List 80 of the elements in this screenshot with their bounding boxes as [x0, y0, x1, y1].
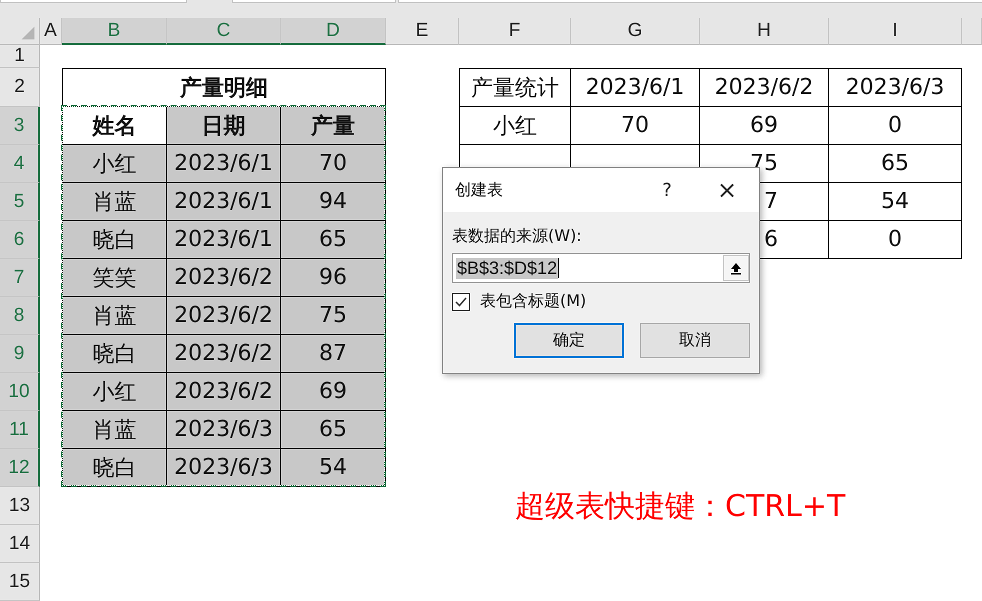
- table-cell: 肖蓝: [62, 297, 167, 335]
- column-header[interactable]: B: [62, 18, 167, 45]
- table-cell: 0: [829, 107, 962, 145]
- table-cell: 65: [281, 411, 386, 449]
- table-cell: 晓白: [62, 221, 167, 259]
- table-cell: 2023/6/2: [167, 297, 281, 335]
- row-header[interactable]: 9: [0, 335, 40, 373]
- table-cell: 2023/6/1: [167, 145, 281, 183]
- column-header[interactable]: D: [281, 18, 386, 45]
- column-header[interactable]: H: [700, 18, 829, 45]
- cancel-button[interactable]: 取消: [640, 323, 750, 358]
- column-header[interactable]: A: [40, 18, 62, 45]
- collapse-dialog-button[interactable]: [723, 255, 749, 281]
- table-cell: 2023/6/2: [167, 335, 281, 373]
- checkbox[interactable]: [452, 292, 470, 310]
- table-cell: 70: [571, 107, 700, 145]
- table-cell: 69: [281, 373, 386, 411]
- table-cell: 87: [281, 335, 386, 373]
- table-cell: 2023/6/3: [167, 411, 281, 449]
- table-cell: 小红: [62, 373, 167, 411]
- row-header[interactable]: 1: [0, 45, 40, 68]
- column-header[interactable]: E: [386, 18, 459, 45]
- row-header[interactable]: 6: [0, 221, 40, 259]
- row-header[interactable]: 7: [0, 259, 40, 297]
- table-cell: 2023/6/2: [167, 259, 281, 297]
- row-header[interactable]: 3: [0, 107, 40, 145]
- table-cell: 小红: [62, 145, 167, 183]
- table-cell: 晓白: [62, 335, 167, 373]
- table-cell: 75: [281, 297, 386, 335]
- table-cell: 69: [700, 107, 829, 145]
- table-cell: 0: [829, 221, 962, 259]
- row-header[interactable]: 8: [0, 297, 40, 335]
- row-header[interactable]: 2: [0, 68, 40, 107]
- column-heading: 姓名: [62, 107, 167, 145]
- table-cell: 2023/6/2: [167, 373, 281, 411]
- up-arrow-icon: [729, 261, 743, 275]
- range-field[interactable]: $B$3:$D$12: [452, 253, 750, 283]
- column-heading: 产量统计: [459, 68, 571, 107]
- table-cell: 笑笑: [62, 259, 167, 297]
- field-label: 表数据的来源(W):: [452, 226, 583, 247]
- column-heading: 日期: [167, 107, 281, 145]
- ok-button[interactable]: 确定: [514, 323, 624, 358]
- table-cell: 小红: [459, 107, 571, 145]
- table-cell: 肖蓝: [62, 411, 167, 449]
- column-header[interactable]: C: [167, 18, 281, 45]
- dialog-title: 创建表: [455, 180, 504, 200]
- table-cell: 肖蓝: [62, 183, 167, 221]
- table-cell: 54: [281, 449, 386, 487]
- table-cell: 2023/6/1: [167, 221, 281, 259]
- column-header[interactable]: G: [571, 18, 700, 45]
- checkbox-label[interactable]: 表包含标题(M): [480, 291, 586, 312]
- column-heading: 2023/6/2: [700, 68, 829, 107]
- column-header[interactable]: I: [829, 18, 962, 45]
- table-cell: 94: [281, 183, 386, 221]
- table-cell: 65: [281, 221, 386, 259]
- row-header[interactable]: 4: [0, 145, 40, 183]
- table-cell: 2023/6/1: [167, 183, 281, 221]
- table-cell: 70: [281, 145, 386, 183]
- table-cell: 晓白: [62, 449, 167, 487]
- column-header[interactable]: F: [459, 18, 571, 45]
- triangle-icon: [20, 25, 36, 41]
- row-header[interactable]: 10: [0, 373, 40, 411]
- row-header[interactable]: 11: [0, 411, 40, 449]
- row-header[interactable]: 5: [0, 183, 40, 221]
- table-cell: 65: [829, 145, 962, 183]
- row-header[interactable]: 13: [0, 487, 40, 525]
- column-heading: 2023/6/3: [829, 68, 962, 107]
- column-header[interactable]: [962, 18, 982, 45]
- table-cell: 2023/6/3: [167, 449, 281, 487]
- shortcut-note: 超级表快捷键：CTRL+T: [514, 488, 846, 525]
- row-header[interactable]: 12: [0, 449, 40, 487]
- column-heading: 2023/6/1: [571, 68, 700, 107]
- row-header[interactable]: 14: [0, 525, 40, 563]
- help-button[interactable]: ?: [647, 175, 687, 205]
- row-header[interactable]: 15: [0, 563, 40, 601]
- column-heading: 产量: [281, 107, 386, 145]
- table-cell: 96: [281, 259, 386, 297]
- select-all-corner[interactable]: [0, 18, 40, 45]
- table-cell: 54: [829, 183, 962, 221]
- table-title: 产量明细: [62, 68, 386, 107]
